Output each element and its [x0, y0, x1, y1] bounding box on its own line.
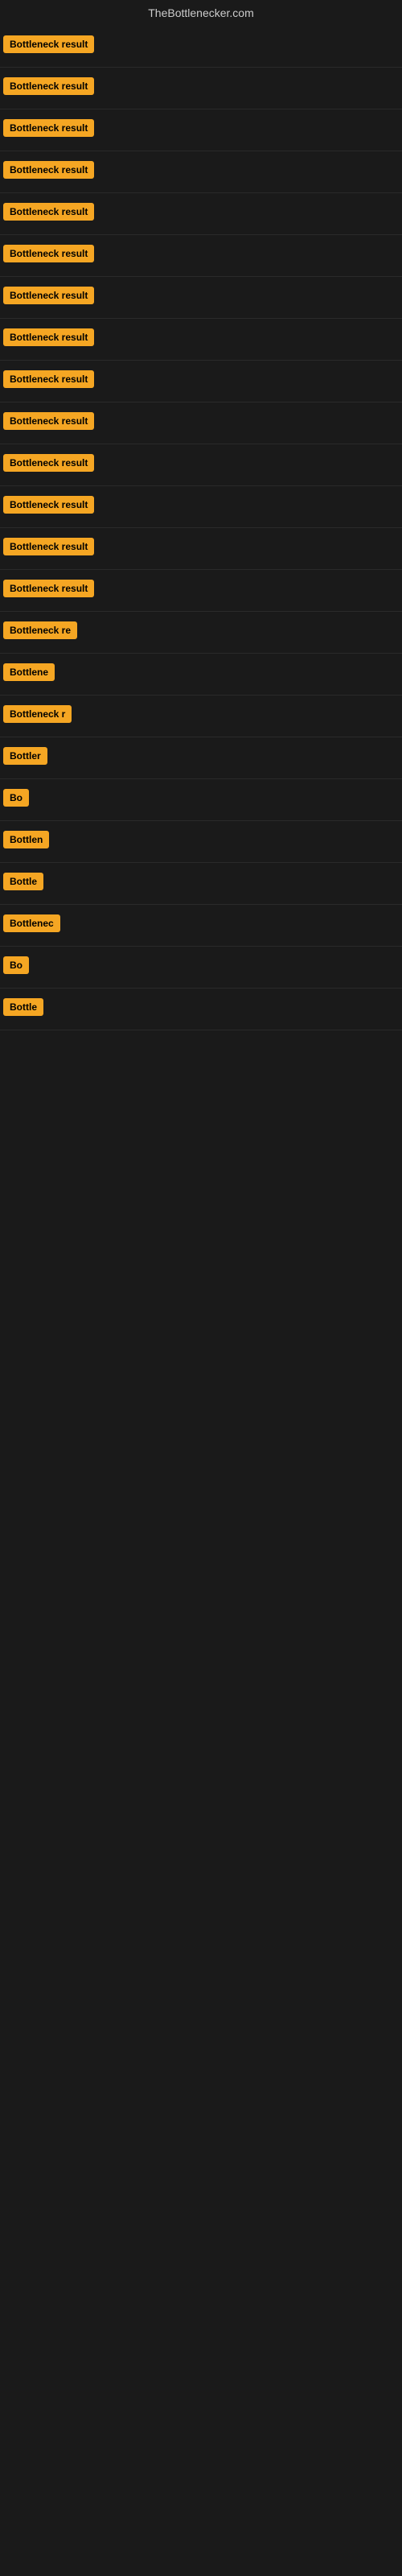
bottleneck-badge-21[interactable]: Bottle — [3, 873, 43, 890]
bottleneck-badge-17[interactable]: Bottleneck r — [3, 705, 72, 723]
result-row-10: Bottleneck result — [0, 402, 402, 444]
bottleneck-badge-6[interactable]: Bottleneck result — [3, 245, 94, 262]
result-row-20: Bottlen — [0, 821, 402, 863]
bottleneck-badge-7[interactable]: Bottleneck result — [3, 287, 94, 304]
result-row-7: Bottleneck result — [0, 277, 402, 319]
result-row-21: Bottle — [0, 863, 402, 905]
result-row-15: Bottleneck re — [0, 612, 402, 654]
result-row-24: Bottle — [0, 989, 402, 1030]
bottleneck-badge-2[interactable]: Bottleneck result — [3, 77, 94, 95]
bottleneck-badge-9[interactable]: Bottleneck result — [3, 370, 94, 388]
bottleneck-badge-8[interactable]: Bottleneck result — [3, 328, 94, 346]
bottleneck-badge-18[interactable]: Bottler — [3, 747, 47, 765]
result-row-1: Bottleneck result — [0, 26, 402, 68]
result-row-6: Bottleneck result — [0, 235, 402, 277]
result-row-11: Bottleneck result — [0, 444, 402, 486]
result-row-13: Bottleneck result — [0, 528, 402, 570]
result-row-14: Bottleneck result — [0, 570, 402, 612]
result-row-16: Bottlene — [0, 654, 402, 696]
bottleneck-badge-24[interactable]: Bottle — [3, 998, 43, 1016]
result-row-2: Bottleneck result — [0, 68, 402, 109]
result-row-22: Bottlenec — [0, 905, 402, 947]
bottleneck-badge-19[interactable]: Bo — [3, 789, 29, 807]
bottleneck-badge-15[interactable]: Bottleneck re — [3, 621, 77, 639]
result-row-18: Bottler — [0, 737, 402, 779]
result-row-19: Bo — [0, 779, 402, 821]
bottleneck-badge-4[interactable]: Bottleneck result — [3, 161, 94, 179]
result-row-4: Bottleneck result — [0, 151, 402, 193]
result-row-9: Bottleneck result — [0, 361, 402, 402]
bottleneck-badge-1[interactable]: Bottleneck result — [3, 35, 94, 53]
bottleneck-badge-3[interactable]: Bottleneck result — [3, 119, 94, 137]
bottleneck-badge-12[interactable]: Bottleneck result — [3, 496, 94, 514]
bottleneck-badge-14[interactable]: Bottleneck result — [3, 580, 94, 597]
bottleneck-badge-10[interactable]: Bottleneck result — [3, 412, 94, 430]
bottleneck-badge-5[interactable]: Bottleneck result — [3, 203, 94, 221]
bottleneck-badge-13[interactable]: Bottleneck result — [3, 538, 94, 555]
result-row-3: Bottleneck result — [0, 109, 402, 151]
site-title: TheBottlenecker.com — [0, 0, 402, 26]
result-row-23: Bo — [0, 947, 402, 989]
bottleneck-badge-22[interactable]: Bottlenec — [3, 914, 60, 932]
bottleneck-badge-23[interactable]: Bo — [3, 956, 29, 974]
result-row-8: Bottleneck result — [0, 319, 402, 361]
results-container: Bottleneck result Bottleneck result Bottle… — [0, 26, 402, 1030]
result-row-17: Bottleneck r — [0, 696, 402, 737]
result-row-5: Bottleneck result — [0, 193, 402, 235]
bottleneck-badge-20[interactable]: Bottlen — [3, 831, 49, 848]
bottleneck-badge-16[interactable]: Bottlene — [3, 663, 55, 681]
result-row-12: Bottleneck result — [0, 486, 402, 528]
bottleneck-badge-11[interactable]: Bottleneck result — [3, 454, 94, 472]
